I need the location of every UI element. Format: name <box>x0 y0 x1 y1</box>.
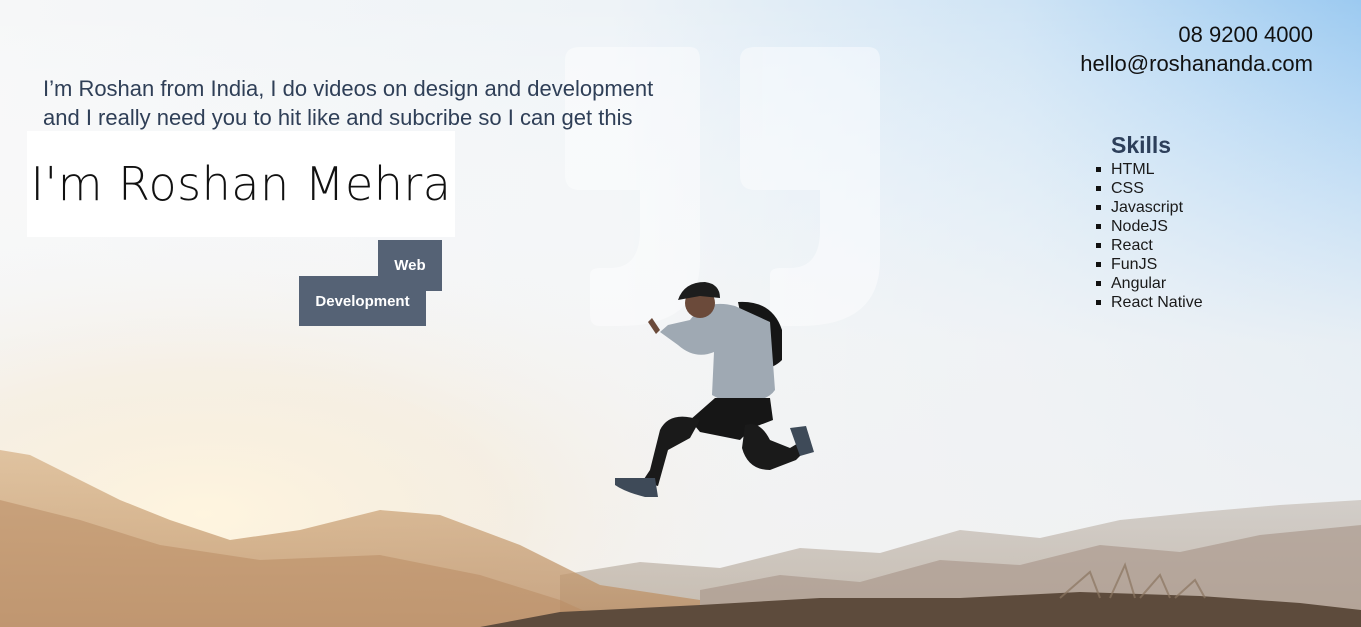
email-link[interactable]: hello@roshananda.com <box>1080 49 1313 78</box>
intro-line-2: and I really need you to hit like and su… <box>43 105 633 130</box>
skill-item: React Native <box>1096 294 1203 311</box>
skills-list: HTML CSS Javascript NodeJS React FunJS A… <box>1096 160 1203 312</box>
skill-item: NodeJS <box>1096 217 1203 236</box>
skill-item: HTML <box>1096 160 1203 179</box>
tag-development: Development <box>299 276 426 326</box>
phone-number[interactable]: 08 9200 4000 <box>1080 20 1313 49</box>
skills-heading: Skills <box>1111 132 1172 158</box>
name-card: I'm Roshan Mehra <box>27 131 455 237</box>
intro-text: I’m Roshan from India, I do videos on de… <box>43 74 723 132</box>
intro-line-1: I’m Roshan from India, I do videos on de… <box>43 76 654 101</box>
skill-item: Javascript <box>1096 198 1203 217</box>
skill-item: Angular <box>1096 274 1203 293</box>
skill-item: React <box>1096 236 1203 255</box>
contact-info: 08 9200 4000 hello@roshananda.com <box>1080 20 1313 78</box>
skill-item: FunJS <box>1096 255 1203 274</box>
skills-section: Skills HTML CSS Javascript NodeJS React … <box>1096 131 1203 312</box>
page-title: I'm Roshan Mehra <box>30 157 452 211</box>
skill-item: CSS <box>1096 179 1203 198</box>
